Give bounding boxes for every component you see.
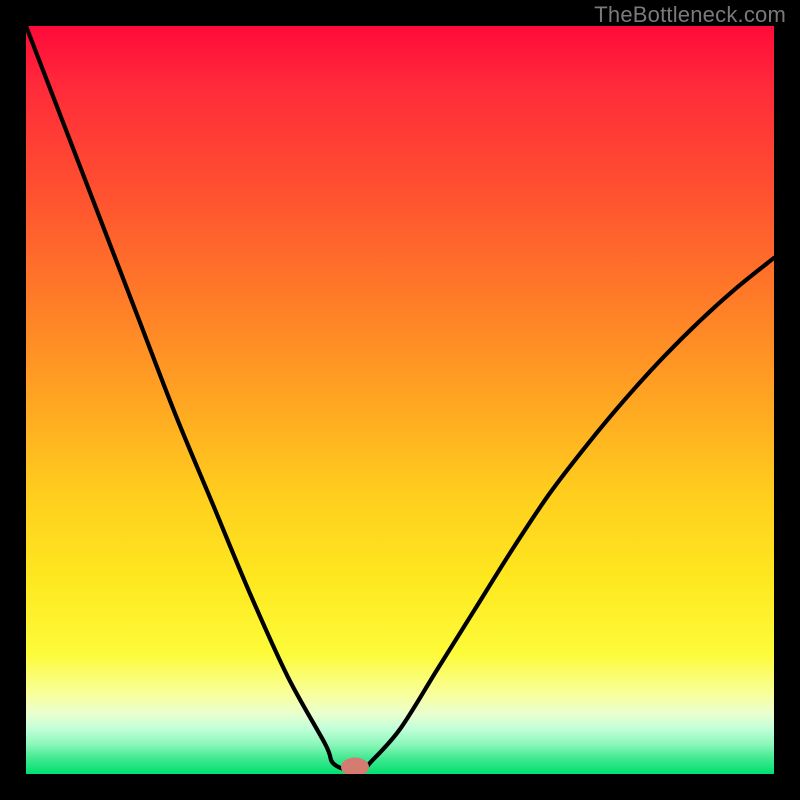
- plot-area: [26, 26, 774, 774]
- watermark-text: TheBottleneck.com: [594, 2, 786, 28]
- optimum-marker-icon: [341, 758, 369, 774]
- chart-frame: TheBottleneck.com: [0, 0, 800, 800]
- bottleneck-curve: [26, 26, 774, 774]
